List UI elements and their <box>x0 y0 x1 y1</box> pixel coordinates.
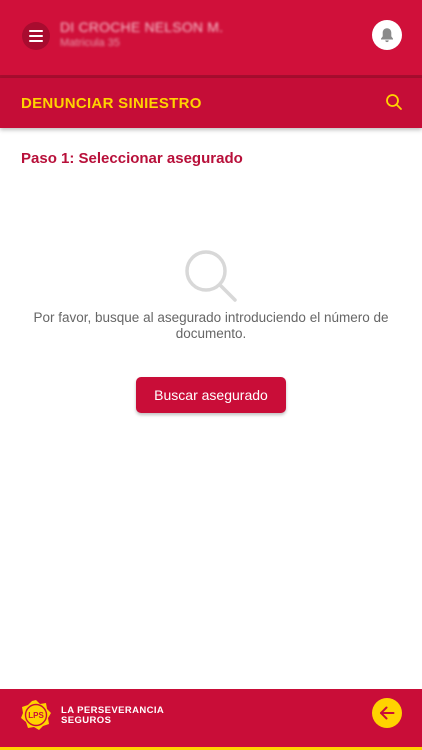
arrow-left-icon <box>380 706 395 720</box>
brand-name: LA PERSEVERANCIA SEGUROS <box>61 706 164 726</box>
user-info: DI CROCHE NELSON M. Matricula 35 <box>60 19 223 49</box>
search-instructions: Por favor, busque al asegurado introduci… <box>33 310 389 341</box>
brand-logo: LPS <box>21 700 51 730</box>
top-app-bar: DI CROCHE NELSON M. Matricula 35 <box>0 0 422 78</box>
notifications-button[interactable] <box>372 20 402 50</box>
search-icon[interactable] <box>384 92 404 112</box>
back-button[interactable] <box>372 698 402 728</box>
app-screen: DI CROCHE NELSON M. Matricula 35 DENUNCI… <box>0 0 422 750</box>
section-title-bar: DENUNCIAR SINIESTRO <box>0 78 422 128</box>
magnifier-icon <box>185 250 237 302</box>
page-title: DENUNCIAR SINIESTRO <box>21 95 202 112</box>
bell-icon <box>381 28 393 43</box>
user-registration: Matricula 35 <box>60 37 120 49</box>
menu-button[interactable] <box>22 22 50 50</box>
hamburger-icon <box>29 30 43 42</box>
search-insured-button[interactable]: Buscar asegurado <box>136 377 286 413</box>
user-name: DI CROCHE NELSON M. <box>60 19 224 35</box>
step-title: Paso 1: Seleccionar asegurado <box>21 150 243 167</box>
logo-text: LPS <box>28 711 44 720</box>
brand-line-2: SEGUROS <box>61 715 112 726</box>
